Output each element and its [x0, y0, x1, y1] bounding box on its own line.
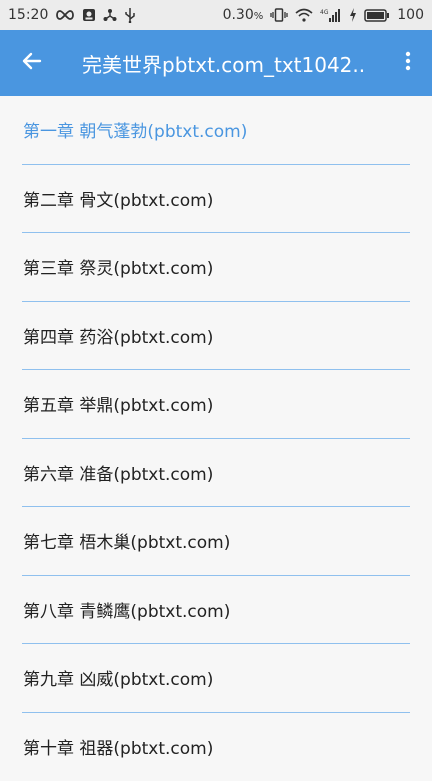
app-bar: 完美世界pbtxt.com_txt1042.. [0, 30, 432, 96]
signal-tag: 4G [320, 9, 329, 16]
chapter-item[interactable]: 第七章 梧木巢(pbtxt.com) [22, 507, 410, 576]
chapter-item[interactable]: 第四章 药浴(pbtxt.com) [22, 302, 410, 371]
wifi-icon [295, 8, 313, 22]
share-icon [103, 8, 117, 22]
chapter-list: 第一章 朝气蓬勃(pbtxt.com) 第二章 骨文(pbtxt.com) 第三… [0, 96, 432, 781]
chapter-item[interactable]: 第一章 朝气蓬勃(pbtxt.com) [22, 96, 410, 165]
chapter-item[interactable]: 第六章 准备(pbtxt.com) [22, 439, 410, 508]
status-bar: 15:20 0.30% 4G [0, 0, 432, 30]
usb-icon [124, 7, 136, 23]
chapter-item[interactable]: 第五章 举鼎(pbtxt.com) [22, 370, 410, 439]
status-time: 15:20 [8, 7, 48, 23]
back-button[interactable] [0, 30, 64, 96]
more-vertical-icon [405, 51, 411, 75]
network-speed: 0.30% [223, 7, 264, 23]
vibrate-icon [270, 8, 288, 22]
overflow-menu-button[interactable] [384, 30, 432, 96]
battery-level: 100 [397, 7, 424, 23]
chapter-item[interactable]: 第九章 凶威(pbtxt.com) [22, 644, 410, 713]
chapter-item[interactable]: 第十章 祖器(pbtxt.com) [22, 713, 410, 781]
battery-icon [364, 9, 390, 22]
page-title: 完美世界pbtxt.com_txt1042.. [64, 49, 384, 78]
cell-signal-icon: 4G [320, 8, 342, 22]
infinity-icon [55, 9, 75, 21]
chapter-item[interactable]: 第三章 祭灵(pbtxt.com) [22, 233, 410, 302]
chapter-item[interactable]: 第八章 青鳞鹰(pbtxt.com) [22, 576, 410, 645]
arrow-left-icon [22, 51, 42, 75]
app-notification-icon [82, 8, 96, 22]
charging-icon [349, 8, 357, 22]
chapter-item[interactable]: 第二章 骨文(pbtxt.com) [22, 165, 410, 234]
